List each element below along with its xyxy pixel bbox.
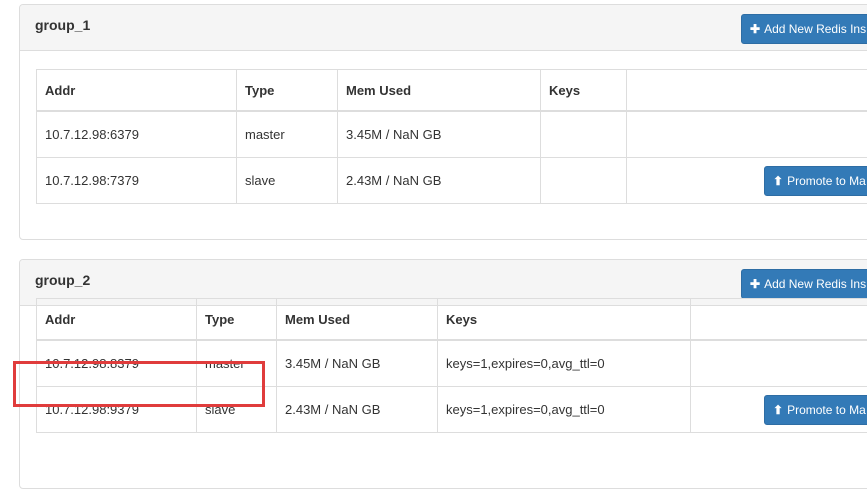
column-header-mem-used: Mem Used <box>277 299 438 341</box>
cell-keys: keys=1,expires=0,avg_ttl=0 <box>438 387 691 433</box>
cell-mem-used: 3.45M / NaN GB <box>277 340 438 387</box>
table-row: 10.7.12.98:8379 master 3.45M / NaN GB ke… <box>37 340 867 387</box>
table-row: 10.7.12.98:7379 slave 2.43M / NaN GB ⬆ Pr… <box>37 158 867 204</box>
promote-to-master-label: Promote to Ma <box>787 403 866 417</box>
table-header-row: Addr Type Mem Used Keys <box>37 299 867 341</box>
table-row: 10.7.12.98:6379 master 3.45M / NaN GB <box>37 111 867 158</box>
column-header-keys: Keys <box>438 299 691 341</box>
cell-type: master <box>197 340 277 387</box>
column-header-mem-used: Mem Used <box>338 70 541 112</box>
column-header-actions <box>691 299 867 341</box>
plus-icon: ✚ <box>750 270 760 298</box>
table-header-row: Addr Type Mem Used Keys <box>37 70 867 112</box>
cell-keys <box>541 111 627 158</box>
cell-addr: 10.7.12.98:7379 <box>37 158 237 204</box>
column-header-type: Type <box>237 70 338 112</box>
add-redis-instance-label: Add New Redis Ins <box>764 22 866 36</box>
cell-mem-used: 2.43M / NaN GB <box>277 387 438 433</box>
cell-addr: 10.7.12.98:8379 <box>37 340 197 387</box>
cell-mem-used: 2.43M / NaN GB <box>338 158 541 204</box>
group-title: group_1 <box>35 17 90 33</box>
group-panel-1: group_1 ✚ Add New Redis Ins Addr Type Mem… <box>19 4 867 240</box>
cell-actions: ⬆ Promote to Ma <box>691 387 867 433</box>
add-redis-instance-label: Add New Redis Ins <box>764 277 866 291</box>
promote-to-master-button[interactable]: ⬆ Promote to Ma <box>764 395 867 425</box>
cell-addr: 10.7.12.98:6379 <box>37 111 237 158</box>
cell-actions <box>627 111 867 158</box>
column-header-type: Type <box>197 299 277 341</box>
column-header-addr: Addr <box>37 70 237 112</box>
add-redis-instance-button[interactable]: ✚ Add New Redis Ins <box>741 269 867 299</box>
group-title: group_2 <box>35 272 90 288</box>
cell-actions <box>691 340 867 387</box>
group-panel-2: group_2 ✚ Add New Redis Ins Addr Type Mem… <box>19 259 867 489</box>
column-header-actions <box>627 70 867 112</box>
add-redis-instance-button[interactable]: ✚ Add New Redis Ins <box>741 14 867 44</box>
cell-keys: keys=1,expires=0,avg_ttl=0 <box>438 340 691 387</box>
cell-type: master <box>237 111 338 158</box>
cell-type: slave <box>237 158 338 204</box>
server-table: Addr Type Mem Used Keys 10.7.12.98:8379 … <box>36 298 867 433</box>
promote-to-master-label: Promote to Ma <box>787 174 866 188</box>
column-header-addr: Addr <box>37 299 197 341</box>
cell-type: slave <box>197 387 277 433</box>
arrow-up-icon: ⬆ <box>773 167 783 195</box>
table-row: 10.7.12.98:9379 slave 2.43M / NaN GB key… <box>37 387 867 433</box>
plus-icon: ✚ <box>750 15 760 43</box>
cell-mem-used: 3.45M / NaN GB <box>338 111 541 158</box>
column-header-keys: Keys <box>541 70 627 112</box>
arrow-up-icon: ⬆ <box>773 396 783 424</box>
cell-actions: ⬆ Promote to Ma <box>627 158 867 204</box>
cell-addr: 10.7.12.98:9379 <box>37 387 197 433</box>
promote-to-master-button[interactable]: ⬆ Promote to Ma <box>764 166 867 196</box>
cell-keys <box>541 158 627 204</box>
group-panel-heading: group_1 ✚ Add New Redis Ins <box>20 5 867 51</box>
server-table: Addr Type Mem Used Keys 10.7.12.98:6379 … <box>36 69 867 204</box>
